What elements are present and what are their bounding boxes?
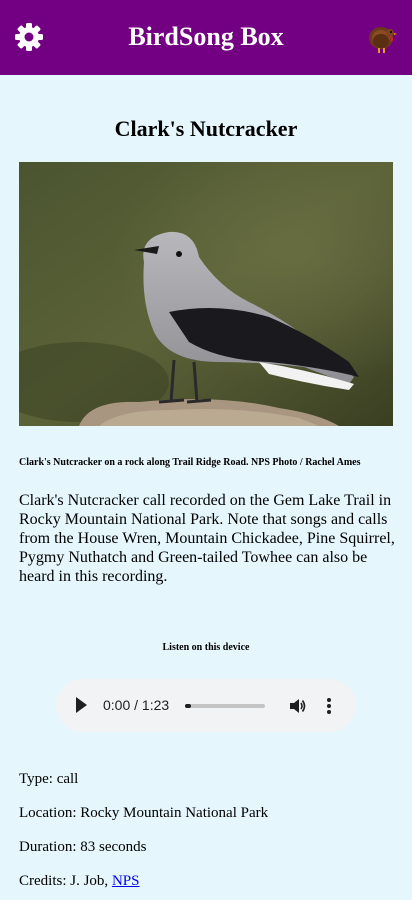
- listen-label: Listen on this device: [162, 642, 250, 653]
- recording-location: Location: Rocky Mountain National Park: [19, 805, 269, 821]
- play-icon[interactable]: [76, 697, 87, 713]
- credits-link-nps[interactable]: NPS: [112, 873, 140, 889]
- progress-fill: [185, 704, 191, 708]
- audio-player: 0:00 / 1:23: [56, 679, 356, 732]
- credits-text: Credits: J. Job,: [19, 873, 112, 889]
- time-display: 0:00 / 1:23: [103, 697, 170, 713]
- recording-description: Clark's Nutcracker call recorded on the …: [19, 492, 395, 585]
- app-title: BirdSong Box: [128, 22, 284, 51]
- app-header: BirdSong Box: [0, 0, 412, 75]
- recording-type: Type: call: [19, 771, 79, 787]
- more-options-icon[interactable]: [327, 697, 331, 715]
- recording-duration: Duration: 83 seconds: [19, 839, 147, 855]
- bird-photo: [19, 162, 393, 426]
- recording-credits: Credits: J. Job, NPS: [19, 872, 139, 890]
- turkey-icon[interactable]: [366, 24, 398, 54]
- photo-caption: Clark's Nutcracker on a rock along Trail…: [19, 457, 361, 468]
- progress-slider[interactable]: [185, 704, 265, 708]
- bird-name: Clark's Nutcracker: [114, 116, 298, 141]
- volume-icon[interactable]: [289, 697, 307, 715]
